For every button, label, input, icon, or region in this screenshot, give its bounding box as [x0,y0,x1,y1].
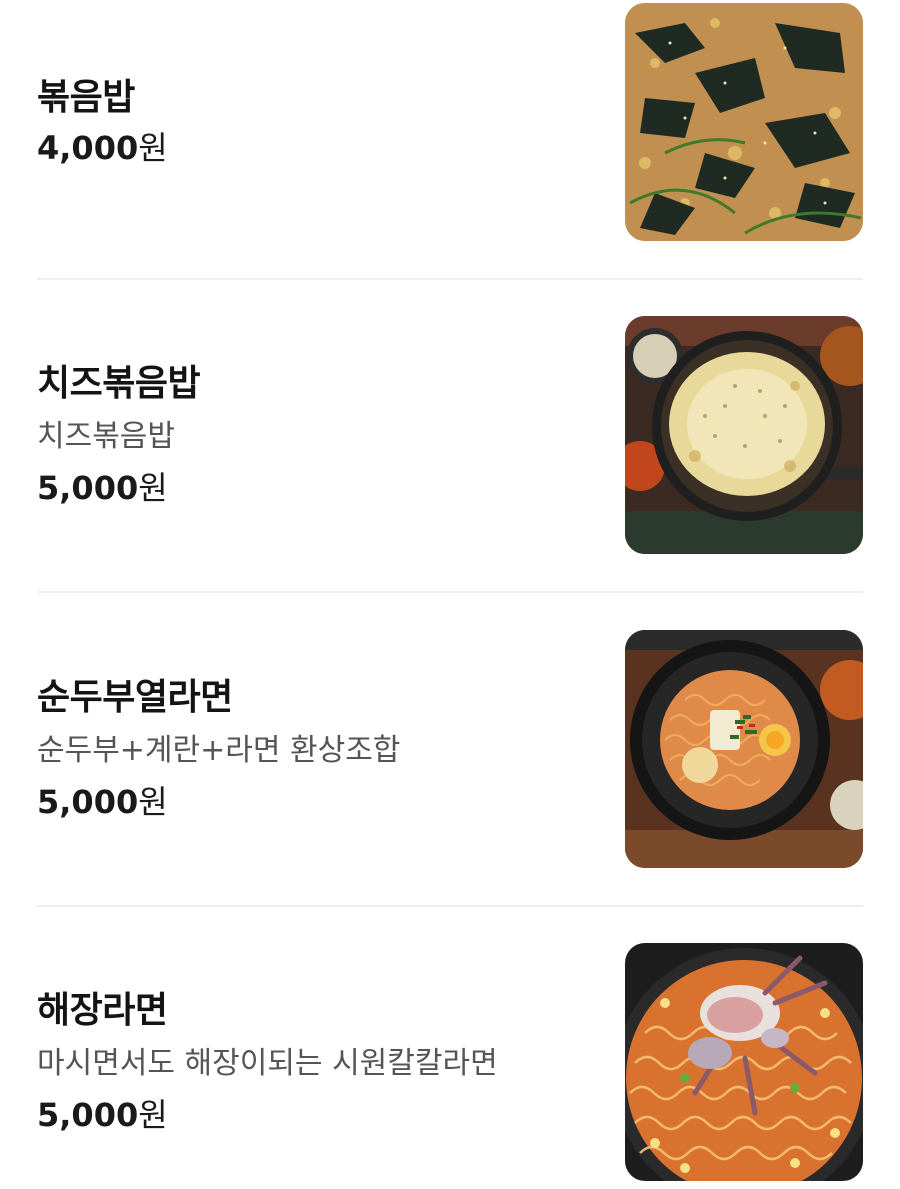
menu-item-name: 볶음밥 [37,77,135,118]
price-value: 5,000 [37,1096,139,1134]
price-currency: 원 [138,129,168,167]
price-value: 4,000 [37,129,139,167]
crab-ramen-image [625,943,863,1181]
soft-tofu-ramen-image [625,630,863,868]
menu-item-text: 볶음밥 4,000원 [37,3,597,241]
cheese-fried-rice-photo[interactable] [625,316,863,554]
menu-item-description: 치즈볶음밥 [37,419,175,454]
divider [37,591,863,593]
crab-ramen-photo[interactable] [625,943,863,1181]
menu-item-description: 마시면서도 해장이되는 시원칼칼라면 [37,1046,498,1081]
price-currency: 원 [138,469,168,507]
menu-item-text: 치즈볶음밥 치즈볶음밥 5,000원 [37,316,597,554]
price-currency: 원 [138,1096,168,1134]
menu-item-price: 5,000원 [37,1094,597,1136]
fried-rice-photo[interactable] [625,3,863,241]
menu-item-hangover-ramen[interactable]: 해장라면 마시면서도 해장이되는 시원칼칼라면 5,000원 [37,943,863,1181]
soft-tofu-ramen-photo[interactable] [625,630,863,868]
menu-item-name: 치즈볶음밥 [37,363,201,404]
menu-item-fried-rice[interactable]: 볶음밥 4,000원 [37,3,863,241]
menu-item-text: 순두부열라면 순두부+계란+라면 환상조합 5,000원 [37,630,597,868]
menu-item-text: 해장라면 마시면서도 해장이되는 시원칼칼라면 5,000원 [37,943,597,1181]
menu-item-description: 순두부+계란+라면 환상조합 [37,733,401,768]
menu-item-soft-tofu-ramen[interactable]: 순두부열라면 순두부+계란+라면 환상조합 5,000원 [37,630,863,868]
price-value: 5,000 [37,783,139,821]
menu-item-cheese-fried-rice[interactable]: 치즈볶음밥 치즈볶음밥 5,000원 [37,316,863,554]
price-value: 5,000 [37,469,139,507]
divider [37,905,863,907]
menu-item-price: 4,000원 [37,127,597,169]
divider [37,278,863,280]
menu-item-price: 5,000원 [37,781,597,823]
menu-item-price: 5,000원 [37,467,597,509]
fried-rice-image [625,3,863,241]
menu-item-name: 순두부열라면 [37,677,233,718]
menu-item-name: 해장라면 [37,990,168,1031]
cheese-fried-rice-image [625,316,863,554]
price-currency: 원 [138,783,168,821]
